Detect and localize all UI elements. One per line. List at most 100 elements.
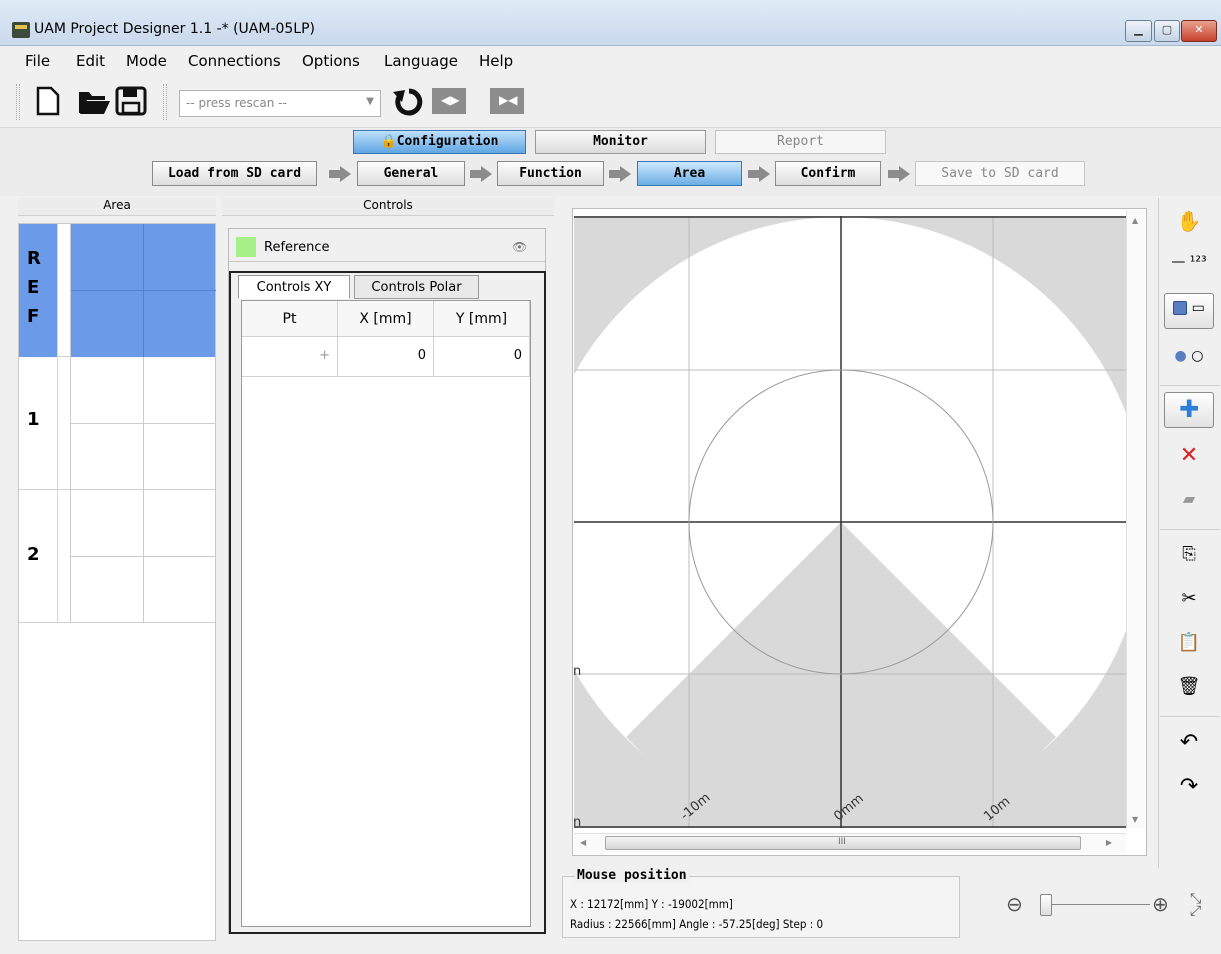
connect-button[interactable]: ◀▶	[432, 88, 466, 114]
save-file-button[interactable]	[115, 86, 147, 120]
tab-controls-polar[interactable]: Controls Polar	[354, 275, 479, 299]
menu-file[interactable]: File	[25, 52, 50, 70]
left-axis-label: n	[573, 815, 581, 830]
tool-separator	[1160, 716, 1220, 717]
app-icon	[12, 22, 30, 38]
area-list: R E F 1 2	[18, 223, 216, 941]
minimize-button[interactable]: ▁	[1125, 20, 1152, 42]
refresh-icon	[393, 88, 423, 116]
vertical-scrollbar[interactable]: ▲ ▼	[1126, 210, 1145, 828]
minimize-icon: ▁	[1134, 23, 1143, 36]
toolbar-grip	[16, 84, 20, 120]
step-arrow-icon	[329, 166, 351, 182]
cut-button[interactable]: ✂	[1164, 582, 1214, 618]
zoom-in-icon[interactable]: ⊕	[1152, 892, 1169, 916]
hand-icon: ✋	[1176, 209, 1202, 233]
menu-help[interactable]: Help	[479, 52, 513, 70]
disconnect-button[interactable]: ▶◀	[490, 88, 524, 114]
step-general-button[interactable]: General	[357, 161, 465, 186]
mouse-position-polar: Radius : 22566[mm] Angle : -57.25[deg] S…	[570, 917, 824, 931]
open-folder-icon	[79, 92, 110, 114]
pan-tool-button[interactable]: ✋	[1164, 203, 1214, 239]
scroll-grip: III	[838, 837, 846, 847]
step-function-button[interactable]: Function	[497, 161, 604, 186]
menu-mode[interactable]: Mode	[126, 52, 167, 70]
menu-language[interactable]: Language	[384, 52, 458, 70]
scroll-down-icon[interactable]: ▼	[1132, 815, 1138, 824]
menu-options[interactable]: Options	[302, 52, 360, 70]
table-cell-pt[interactable]: +	[242, 337, 338, 377]
eraser-icon: ▰	[1182, 489, 1196, 508]
chevron-down-icon: ▼	[366, 96, 374, 107]
zoom-slider-track[interactable]	[1050, 904, 1150, 905]
zoom-slider-thumb[interactable]	[1040, 894, 1052, 916]
mode-configuration-button[interactable]: 🔒Configuration	[353, 130, 526, 154]
step-load-button[interactable]: Load from SD card	[152, 161, 317, 186]
scroll-right-icon[interactable]: ▶	[1106, 838, 1112, 847]
step-confirm-button[interactable]: Confirm	[775, 161, 881, 186]
fit-to-screen-icon[interactable]: ⤡ ⤢	[1190, 892, 1201, 918]
area-row-label: R E F	[19, 224, 57, 357]
tab-controls-xy[interactable]: Controls XY	[238, 275, 350, 299]
area-plot[interactable]: -10m 0mm 10m n n	[573, 209, 1126, 831]
add-point-button[interactable]: ✚	[1164, 392, 1214, 428]
tool-separator	[1160, 385, 1220, 386]
menu-edit[interactable]: Edit	[76, 52, 105, 70]
disconnect-icon: ▶◀	[499, 93, 518, 107]
area-row-1[interactable]: 1	[19, 357, 216, 490]
scroll-left-icon[interactable]: ◀	[580, 838, 586, 847]
eraser-button[interactable]: ▰	[1164, 483, 1214, 519]
circle-icon: ● ○	[1174, 348, 1204, 364]
step-area-button[interactable]: Area	[637, 161, 742, 186]
area-row-ref[interactable]: R E F	[19, 224, 216, 357]
area-row-label: 1	[27, 409, 40, 430]
horizontal-scroll-thumb[interactable]: III	[605, 836, 1081, 850]
scissors-icon: ✂	[1181, 588, 1197, 609]
paste-button[interactable]: 📋	[1164, 626, 1214, 662]
new-file-button[interactable]	[35, 86, 61, 120]
line-tool-button[interactable]: — ¹²³	[1164, 248, 1214, 284]
area-row-2[interactable]: 2	[19, 490, 216, 623]
copy-button[interactable]: ⎘	[1164, 538, 1214, 574]
table-cell-x[interactable]: 0	[338, 337, 434, 377]
new-file-icon	[36, 86, 60, 116]
step-save-button[interactable]: Save to SD card	[915, 161, 1085, 186]
delete-button[interactable]: 🗑	[1164, 670, 1214, 706]
area-thumbnail	[70, 490, 216, 623]
eye-icon[interactable]: 👁	[512, 240, 530, 254]
mode-report-button[interactable]: Report	[715, 130, 886, 154]
save-disk-icon	[115, 86, 147, 116]
port-select[interactable]: -- press rescan -- ▼	[179, 90, 381, 117]
undo-button[interactable]: ↶	[1164, 724, 1214, 760]
area-row-label: 2	[27, 544, 40, 565]
lock-icon: 🔒	[380, 134, 397, 149]
scroll-up-icon[interactable]: ▲	[1132, 216, 1138, 225]
rectangle-tool-button[interactable]: ▭	[1164, 293, 1214, 329]
menu-connections[interactable]: Connections	[188, 52, 281, 70]
delete-point-button[interactable]: ✕	[1164, 437, 1214, 473]
redo-button[interactable]: ↷	[1164, 768, 1214, 804]
step-arrow-icon	[470, 166, 492, 182]
rescan-button[interactable]	[393, 86, 425, 122]
plus-icon: ✚	[1178, 395, 1200, 423]
mode-monitor-button[interactable]: Monitor	[535, 130, 706, 154]
close-button[interactable]: ✕	[1181, 20, 1217, 42]
step-arrow-icon	[609, 166, 631, 182]
area-panel-header: Area	[18, 198, 216, 216]
controls-panel-header: Controls	[222, 198, 554, 216]
table-cell-y[interactable]: 0	[434, 337, 530, 377]
tool-separator	[1160, 529, 1220, 530]
mode-configuration-label: Configuration	[396, 134, 499, 149]
window-title: UAM Project Designer 1.1 -* (UAM-05LP)	[34, 21, 316, 37]
clipboard-icon: 📋	[1177, 632, 1201, 653]
trash-icon: 🗑	[1177, 676, 1201, 697]
rectangle-icon: ▭	[1173, 300, 1205, 316]
left-axis-label: n	[573, 664, 581, 679]
copy-icon: ⎘	[1182, 544, 1196, 564]
area-editor-canvas[interactable]: -10m 0mm 10m n n	[572, 208, 1147, 856]
open-file-button[interactable]	[77, 88, 111, 120]
circle-tool-button[interactable]: ● ○	[1164, 342, 1214, 378]
zoom-out-icon[interactable]: ⊖	[1006, 892, 1023, 916]
close-icon: ✕	[1194, 23, 1204, 36]
maximize-button[interactable]: ▢	[1154, 20, 1180, 42]
